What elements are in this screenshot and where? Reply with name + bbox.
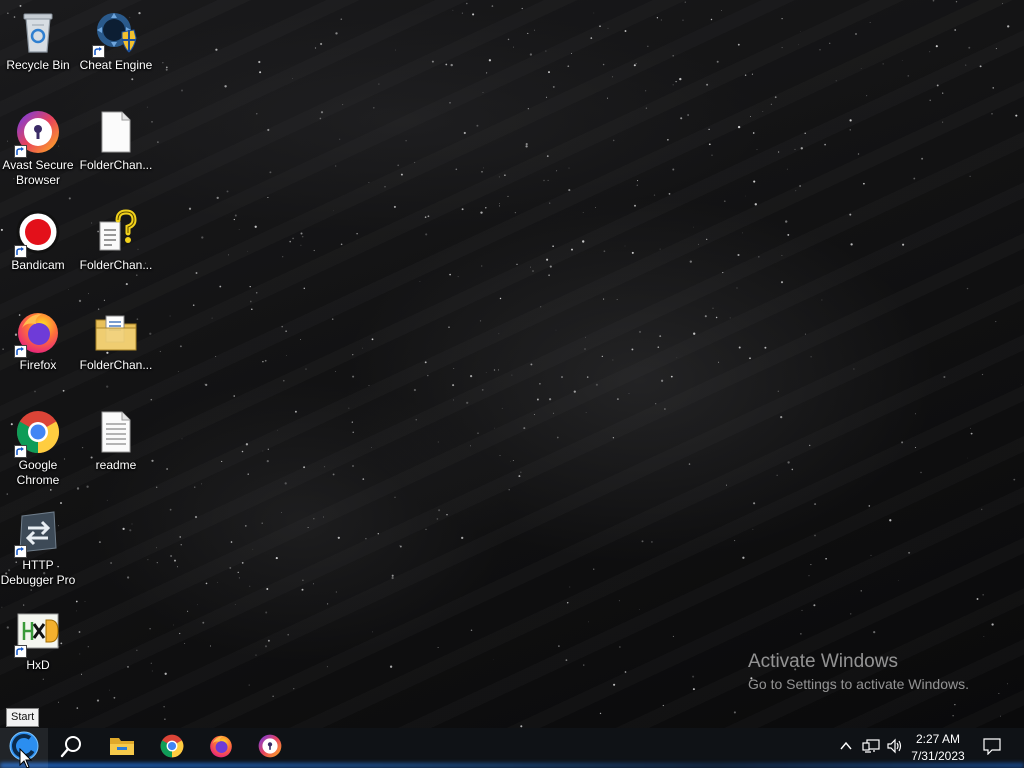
network-icon	[862, 738, 880, 759]
desktop-icon-label: Bandicam	[11, 258, 65, 272]
desktop-icon-label: FolderChan...	[79, 258, 153, 272]
chrome-icon	[14, 408, 62, 458]
desktop-icon-recycle-bin[interactable]: Recycle Bin	[0, 4, 77, 100]
desktop-icon-label: FolderChan...	[79, 358, 153, 372]
chrome-icon	[159, 733, 185, 764]
activate-windows-watermark: Activate Windows Go to Settings to activ…	[748, 650, 969, 694]
shortcut-arrow-icon	[14, 445, 27, 458]
desktop-icon-label: HTTP Debugger Pro	[0, 558, 76, 587]
clock-date: 7/31/2023	[911, 749, 965, 763]
shortcut-arrow-icon	[14, 245, 27, 258]
taskbar-clock[interactable]: 2:27 AM 7/31/2023	[906, 731, 970, 765]
desktop[interactable]: Recycle Bin Avast Secure Browser Bandica…	[0, 0, 1024, 728]
shortcut-arrow-icon	[14, 645, 27, 658]
activate-windows-title: Activate Windows	[748, 651, 898, 672]
desktop-icon-bandicam[interactable]: Bandicam	[0, 204, 77, 300]
desktop-icon-label: FolderChan...	[79, 158, 153, 172]
show-hidden-icons-button[interactable]	[836, 728, 856, 768]
bandicam-icon	[14, 208, 62, 258]
firefox-icon	[14, 308, 62, 358]
desktop-icon-hxd[interactable]: HxD	[0, 604, 77, 700]
volume-icon	[886, 738, 904, 759]
desktop-icon-folderchanger-1[interactable]: FolderChan...	[77, 104, 155, 200]
file-explorer-button[interactable]	[98, 728, 146, 768]
desktop-icon-label: Recycle Bin	[6, 58, 70, 72]
firefox-taskbar-button[interactable]	[197, 728, 245, 768]
chevron-up-icon	[839, 739, 853, 758]
action-center-icon	[983, 737, 1001, 760]
desktop-icon-http-debugger-pro[interactable]: HTTP Debugger Pro	[0, 504, 77, 600]
volume-button[interactable]	[884, 728, 906, 768]
activate-windows-subtitle: Go to Settings to activate Windows.	[748, 676, 969, 692]
desktop-icon-label: Firefox	[19, 358, 57, 372]
recycle-bin-icon	[14, 8, 62, 56]
shortcut-arrow-icon	[14, 345, 27, 358]
network-button[interactable]	[859, 728, 883, 768]
clock-time: 2:27 AM	[915, 732, 961, 746]
desktop-icon-folderchanger-2[interactable]: FolderChan...	[77, 204, 155, 300]
hxd-icon	[14, 608, 62, 658]
cheat-engine-icon	[92, 8, 140, 58]
action-center-button[interactable]	[976, 728, 1008, 768]
desktop-icon-google-chrome[interactable]: Google Chrome	[0, 404, 77, 500]
shortcut-arrow-icon	[14, 545, 27, 558]
desktop-icon-folderchanger-3[interactable]: FolderChan...	[77, 304, 155, 400]
desktop-icon-firefox[interactable]: Firefox	[0, 304, 77, 400]
search-button[interactable]	[48, 728, 96, 768]
firefox-icon	[208, 733, 234, 764]
desktop-icon-cheat-engine[interactable]: Cheat Engine	[77, 4, 155, 100]
help-document-icon	[92, 208, 140, 256]
desktop-icon-label: Avast Secure Browser	[2, 158, 74, 187]
desktop-icon-label: Cheat Engine	[79, 58, 153, 72]
http-debugger-icon	[14, 508, 62, 558]
folder-document-icon	[92, 308, 140, 356]
shortcut-arrow-icon	[92, 45, 105, 58]
avast-secure-browser-icon	[14, 108, 62, 158]
taskbar: 2:27 AM 7/31/2023	[0, 728, 1024, 768]
desktop-icon-label: readme	[95, 458, 137, 472]
text-document-icon	[92, 408, 140, 456]
desktop-icon-label: Google Chrome	[16, 458, 60, 487]
mouse-cursor-icon	[19, 747, 33, 768]
desktop-icon-avast-secure-browser[interactable]: Avast Secure Browser	[0, 104, 77, 200]
search-icon	[60, 734, 84, 763]
avast-taskbar-button[interactable]	[246, 728, 294, 768]
shortcut-arrow-icon	[14, 145, 27, 158]
start-tooltip: Start	[6, 708, 40, 727]
folder-icon	[109, 734, 135, 763]
desktop-icon-label: HxD	[26, 658, 50, 672]
blank-document-icon	[92, 108, 140, 156]
desktop-icon-readme[interactable]: readme	[77, 404, 155, 500]
chrome-taskbar-button[interactable]	[148, 728, 196, 768]
avast-secure-browser-icon	[257, 733, 283, 764]
